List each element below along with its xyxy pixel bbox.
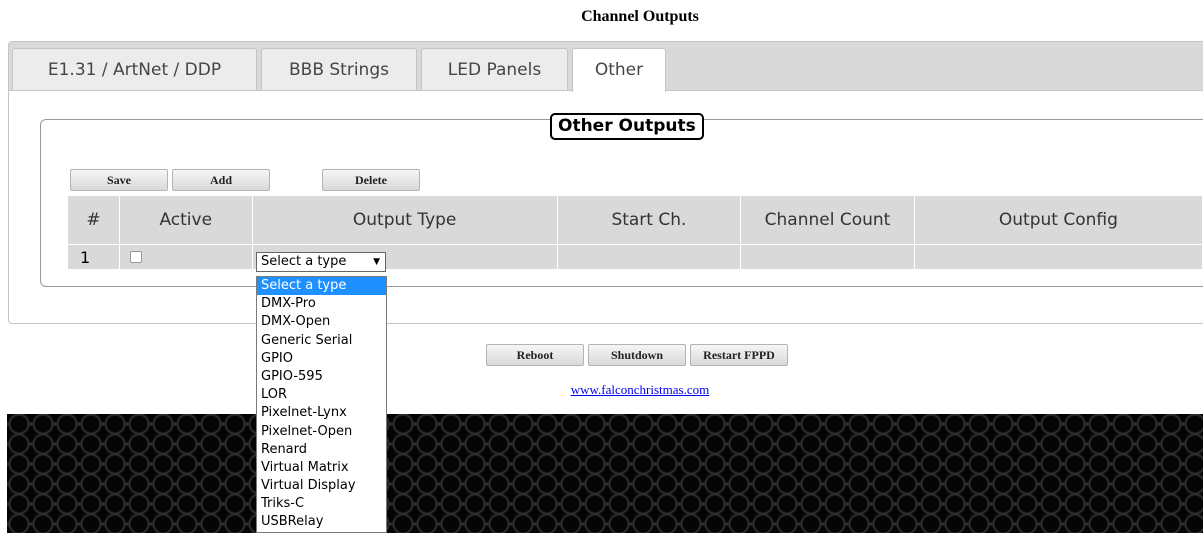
speaker-grille-image	[7, 414, 1203, 533]
row-number: 1	[67, 244, 120, 270]
option-select-a-type[interactable]: Select a type	[257, 277, 386, 296]
delete-button[interactable]: Delete	[322, 169, 420, 191]
tab-bbb-strings[interactable]: BBB Strings	[261, 48, 417, 90]
reboot-button[interactable]: Reboot	[486, 344, 584, 366]
option-renard[interactable]: Renard	[257, 441, 386, 459]
table-row: 1	[67, 244, 1203, 270]
option-generic-serial[interactable]: Generic Serial	[257, 332, 386, 350]
option-gpio[interactable]: GPIO	[257, 350, 386, 368]
option-dmx-open[interactable]: DMX-Open	[257, 313, 386, 331]
option-virtual-matrix[interactable]: Virtual Matrix	[257, 459, 386, 477]
chevron-down-icon: ▼	[373, 257, 380, 267]
option-dmx-pro[interactable]: DMX-Pro	[257, 295, 386, 313]
falconchristmas-link[interactable]: www.falconchristmas.com	[0, 382, 1203, 398]
tab-e131-artnet-ddp[interactable]: E1.31 / ArtNet / DDP	[12, 48, 257, 90]
header-active: Active	[118, 195, 253, 245]
add-button[interactable]: Add	[172, 169, 270, 191]
active-checkbox[interactable]	[129, 251, 142, 263]
row-channel-count-cell	[740, 244, 915, 270]
restart-fppd-button[interactable]: Restart FPPD	[690, 344, 788, 366]
row-start-channel-cell	[556, 244, 742, 270]
table-header-row: # Active Output Type Start Ch. Channel C…	[67, 195, 1203, 245]
header-output-type: Output Type	[251, 195, 558, 245]
row-output-config-cell	[913, 244, 1203, 270]
tab-other[interactable]: Other	[572, 48, 666, 92]
option-pixelnet-lynx[interactable]: Pixelnet-Lynx	[257, 404, 386, 422]
option-pixelnet-open[interactable]: Pixelnet-Open	[257, 423, 386, 441]
footer-link-text[interactable]: www.falconchristmas.com	[571, 382, 710, 397]
output-type-dropdown-list[interactable]: Select a type DMX-Pro DMX-Open Generic S…	[256, 276, 387, 533]
row-active-cell	[118, 244, 253, 270]
shutdown-button[interactable]: Shutdown	[588, 344, 686, 366]
tab-led-panels[interactable]: LED Panels	[421, 48, 568, 90]
option-lor[interactable]: LOR	[257, 386, 386, 404]
page-title: Channel Outputs	[581, 8, 699, 25]
header-start-channel: Start Ch.	[556, 195, 742, 245]
option-virtual-display[interactable]: Virtual Display	[257, 477, 386, 495]
option-triks-c[interactable]: Triks-C	[257, 495, 386, 513]
outputs-table: # Active Output Type Start Ch. Channel C…	[67, 195, 1203, 270]
option-usbrelay[interactable]: USBRelay	[257, 513, 386, 531]
option-gpio-595[interactable]: GPIO-595	[257, 368, 386, 386]
section-legend: Other Outputs	[550, 113, 704, 140]
header-output-config: Output Config	[913, 195, 1203, 245]
header-number: #	[67, 195, 120, 245]
select-value: Select a type	[261, 254, 347, 269]
output-type-select[interactable]: Select a type ▼	[256, 252, 386, 272]
save-button[interactable]: Save	[70, 169, 168, 191]
header-channel-count: Channel Count	[740, 195, 915, 245]
